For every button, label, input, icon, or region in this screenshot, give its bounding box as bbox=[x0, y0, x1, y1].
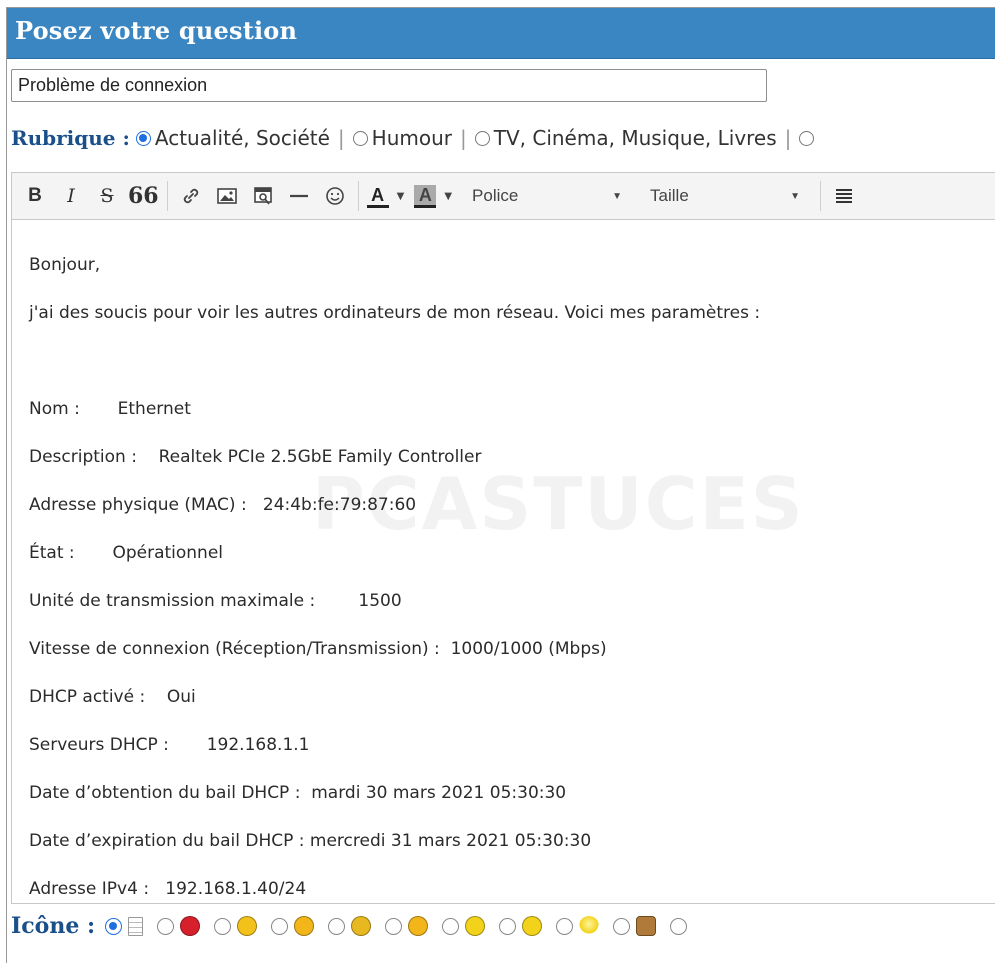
rubrique-radio-tv[interactable] bbox=[474, 130, 490, 146]
font-size-label: Taille bbox=[650, 186, 689, 205]
editor-line: État : Opérationnel bbox=[29, 543, 224, 563]
editor-line: Bonjour, bbox=[29, 255, 101, 275]
chevron-down-icon: ▼ bbox=[612, 190, 623, 202]
image-icon bbox=[216, 188, 237, 204]
chevron-down-icon: ▼ bbox=[396, 190, 405, 202]
toolbar-divider bbox=[357, 181, 359, 211]
editor-line: Nom : Ethernet bbox=[29, 399, 191, 419]
idea-icon bbox=[579, 916, 600, 936]
icon-selector: Icône : bbox=[11, 913, 693, 939]
icon-radio[interactable] bbox=[157, 917, 175, 935]
editor-line: Date d’obtention du bail DHCP : mardi 30… bbox=[29, 783, 567, 803]
sunglasses-icon bbox=[294, 916, 315, 936]
neutral-icon bbox=[522, 916, 543, 936]
align-button[interactable] bbox=[829, 180, 859, 212]
toolbar-divider bbox=[166, 181, 168, 211]
icon-radio[interactable] bbox=[442, 917, 460, 935]
horizontal-rule-icon bbox=[289, 194, 308, 198]
link-icon bbox=[183, 188, 198, 204]
rubrique-option-actualite[interactable]: Actualité, Société bbox=[135, 126, 330, 150]
icon-radio[interactable] bbox=[499, 917, 517, 935]
editor-line: Date d’expiration du bail DHCP : mercred… bbox=[29, 831, 592, 851]
surprised-icon bbox=[351, 916, 372, 936]
rubrique-separator: | bbox=[460, 126, 467, 150]
form-header: Posez votre question bbox=[7, 8, 995, 59]
icon-radio[interactable] bbox=[556, 917, 574, 935]
editor-line: Adresse physique (MAC) : 24:4b:fe:79:87:… bbox=[29, 495, 417, 515]
rubrique-option-tv[interactable]: TV, Cinéma, Musique, Livres bbox=[474, 126, 777, 150]
text-color-button[interactable]: A ▼ bbox=[366, 185, 405, 208]
editor-line: j'ai des soucis pour voir les autres ord… bbox=[29, 303, 761, 323]
editor-line: Description : Realtek PCIe 2.5GbE Family… bbox=[29, 447, 482, 467]
confused-icon bbox=[465, 916, 486, 936]
rubrique-label: Rubrique : bbox=[11, 126, 130, 150]
text-color-icon: A bbox=[366, 185, 389, 208]
editor-line: Vitesse de connexion (Réception/Transmis… bbox=[29, 639, 607, 659]
background-color-button[interactable]: A ▼ bbox=[414, 184, 453, 208]
italic-button[interactable]: I bbox=[56, 180, 86, 212]
subject-input[interactable] bbox=[11, 69, 767, 102]
media-icon bbox=[253, 187, 272, 205]
horizontal-rule-button[interactable] bbox=[284, 180, 314, 212]
thumbs-up-icon bbox=[636, 916, 657, 936]
icon-radio[interactable] bbox=[214, 917, 232, 935]
chevron-down-icon: ▼ bbox=[444, 190, 453, 202]
media-button[interactable] bbox=[248, 180, 278, 212]
icon-radio[interactable] bbox=[670, 917, 688, 935]
strikethrough-button[interactable]: S bbox=[92, 180, 122, 212]
tongue-icon bbox=[408, 916, 429, 936]
toolbar-divider bbox=[820, 181, 822, 211]
icon-radio[interactable] bbox=[613, 917, 631, 935]
icon-selector-label: Icône : bbox=[11, 913, 96, 939]
editor-line: Serveurs DHCP : 192.168.1.1 bbox=[29, 735, 310, 755]
align-left-icon bbox=[836, 189, 853, 203]
rubrique-option-label: Actualité, Société bbox=[154, 126, 330, 150]
rubrique-option-label: Humour bbox=[371, 126, 452, 150]
rubrique-radio-actualite[interactable] bbox=[135, 130, 151, 146]
icon-radio[interactable] bbox=[105, 917, 123, 935]
rubrique-radio-humour[interactable] bbox=[352, 130, 368, 146]
icon-radio[interactable] bbox=[328, 917, 346, 935]
background-color-icon: A bbox=[414, 184, 437, 208]
editor-line: DHCP activé : Oui bbox=[29, 687, 196, 707]
font-family-select[interactable]: Police ▼ bbox=[462, 179, 632, 213]
rubrique-separator: | bbox=[337, 126, 345, 150]
rubrique-selector: Rubrique : Actualité, Société | Humour |… bbox=[11, 126, 818, 150]
message-editor[interactable]: PCASTUCES Bonjour, j'ai des soucis pour … bbox=[11, 220, 995, 904]
icon-radio[interactable] bbox=[385, 917, 403, 935]
font-size-select[interactable]: Taille ▼ bbox=[640, 179, 810, 213]
font-family-label: Police bbox=[472, 186, 519, 205]
rubrique-separator: | bbox=[784, 126, 792, 150]
cool-icon bbox=[237, 916, 258, 936]
smiley-icon bbox=[325, 187, 344, 205]
question-form: Posez votre question Rubrique : Actualit… bbox=[6, 7, 995, 963]
editor-line: Adresse IPv4 : 192.168.1.40/24 bbox=[29, 879, 307, 899]
editor-toolbar: B I S 66 A ▼ A ▼ Police ▼ Taille ▼ bbox=[11, 172, 995, 220]
angry-icon bbox=[180, 916, 201, 936]
image-button[interactable] bbox=[212, 180, 242, 212]
quote-button[interactable]: 66 bbox=[128, 180, 159, 212]
editor-line: Unité de transmission maximale : 1500 bbox=[29, 591, 402, 611]
icon-radio[interactable] bbox=[271, 917, 289, 935]
rubrique-option-label: TV, Cinéma, Musique, Livres bbox=[493, 126, 777, 150]
rubrique-radio-next[interactable] bbox=[799, 130, 815, 146]
chevron-down-icon: ▼ bbox=[790, 190, 801, 202]
link-button[interactable] bbox=[176, 180, 206, 212]
emoji-button[interactable] bbox=[320, 180, 350, 212]
bold-button[interactable]: B bbox=[20, 180, 50, 212]
rubrique-option-humour[interactable]: Humour bbox=[352, 126, 452, 150]
document-icon bbox=[128, 916, 144, 936]
form-title: Posez votre question bbox=[15, 16, 298, 45]
